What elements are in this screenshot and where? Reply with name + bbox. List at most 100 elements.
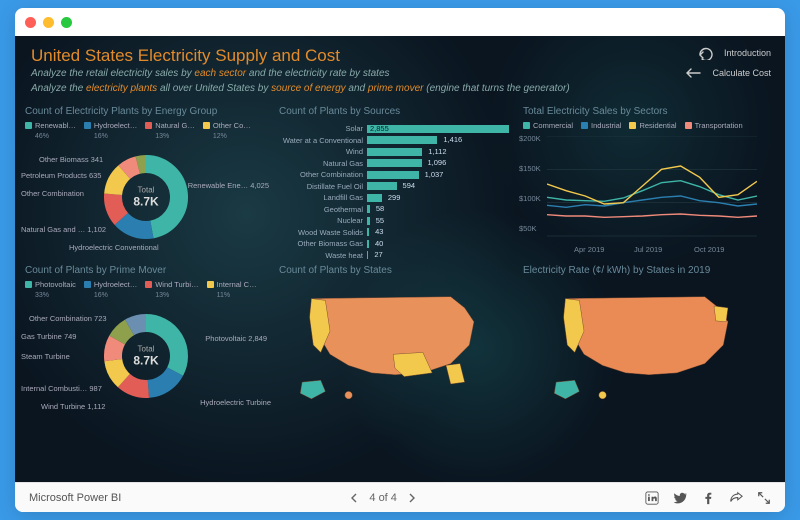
chart-plants-by-source[interactable]: Count of Plants by Sources Solar2,855Wat… [275, 104, 515, 259]
dashboard-grid: Count of Electricity Plants by Energy Gr… [15, 102, 785, 424]
nav-calculate-cost[interactable]: Calculate Cost [684, 66, 771, 80]
donut-slice[interactable] [121, 219, 152, 230]
legend-item[interactable]: Residential [629, 121, 676, 130]
line-series[interactable] [547, 214, 757, 217]
page-indicator: 4 of 4 [369, 492, 397, 504]
legend-swatch [145, 122, 152, 129]
bar-fill [367, 217, 370, 225]
bar-track: 58 [367, 205, 509, 213]
bar-track: 1,096 [367, 159, 509, 167]
share-icons [645, 491, 771, 505]
bar-value: 58 [373, 204, 384, 213]
legend-item[interactable]: Renewabl…46% [25, 121, 76, 140]
bar-row[interactable]: Solar2,855 [281, 123, 509, 135]
donut-slice[interactable] [124, 381, 148, 389]
chart-title: Electricity Rate (¢/ kWh) by States in 2… [519, 263, 779, 280]
slice-label: Other Combination 723 [29, 315, 107, 323]
bar-row[interactable]: Distillate Fuel Oil594 [281, 181, 509, 193]
fullscreen-icon[interactable] [757, 491, 771, 505]
legend-label: Industrial [591, 121, 621, 130]
donut-slice[interactable] [117, 327, 129, 340]
y-tick: $100K [519, 194, 541, 203]
legend-item[interactable]: Natural G…13% [145, 121, 195, 140]
bar-row[interactable]: Landfill Gas299 [281, 192, 509, 204]
legend-item[interactable]: Industrial [581, 121, 621, 130]
legend-item[interactable]: Hydroelect…16% [84, 280, 137, 299]
bar-row[interactable]: Waste heat27 [281, 250, 509, 262]
share-icon[interactable] [729, 491, 743, 505]
legend-swatch [84, 281, 91, 288]
pager: 4 of 4 [121, 492, 645, 504]
total-value: 8.7K [133, 354, 158, 368]
brand-label: Microsoft Power BI [29, 492, 121, 504]
chart-sales-by-sector[interactable]: Total Electricity Sales by Sectors Comme… [519, 104, 779, 259]
chevron-right-icon[interactable] [407, 493, 417, 503]
legend-item[interactable]: Hydroelect…16% [84, 121, 137, 140]
bar-value: 1,112 [425, 147, 446, 156]
x-tick: Jul 2019 [634, 245, 662, 254]
map-plants-by-state[interactable]: Count of Plants by States [275, 263, 515, 418]
nav-introduction[interactable]: Introduction [684, 46, 771, 60]
legend-swatch [25, 281, 32, 288]
x-tick: Oct 2019 [694, 245, 724, 254]
facebook-icon[interactable] [701, 491, 715, 505]
legend-item[interactable]: Transportation [685, 121, 743, 130]
linkedin-icon[interactable] [645, 491, 659, 505]
legend-item[interactable]: Other Co…12% [203, 121, 251, 140]
bar-track: 43 [367, 228, 509, 236]
donut-slice[interactable] [130, 323, 146, 327]
bar-row[interactable]: Geothermal58 [281, 204, 509, 216]
chevron-left-icon[interactable] [349, 493, 359, 503]
donut-slice[interactable] [138, 164, 146, 165]
bar-row[interactable]: Nuclear55 [281, 215, 509, 227]
legend-swatch [25, 122, 32, 129]
legend-item[interactable]: Wind Turbi…13% [145, 280, 198, 299]
minimize-icon[interactable] [43, 17, 54, 28]
donut-slice[interactable] [148, 372, 175, 389]
donut-center: Total 8.7K [133, 186, 158, 209]
legend-pct: 13% [155, 292, 169, 299]
maximize-icon[interactable] [61, 17, 72, 28]
slice-label: Renewable Ene… 4,025 [188, 182, 269, 190]
window-titlebar [15, 8, 785, 36]
legend-swatch [523, 122, 530, 129]
legend-swatch [685, 122, 692, 129]
chart-prime-mover[interactable]: Count of Plants by Prime Mover Photovolt… [21, 263, 271, 418]
donut-slice[interactable] [113, 360, 124, 380]
chart-title: Count of Plants by States [275, 263, 515, 280]
close-icon[interactable] [25, 17, 36, 28]
sub-highlight: prime mover [368, 83, 424, 94]
bar-value: 299 [385, 193, 401, 202]
bar-label: Distillate Fuel Oil [281, 182, 363, 191]
map-rate-by-state[interactable]: Electricity Rate (¢/ kWh) by States in 2… [519, 263, 779, 418]
chart-energy-group[interactable]: Count of Electricity Plants by Energy Gr… [21, 104, 271, 259]
line-chart: $200K $150K $100K $50K Apr 2019 Jul 2019… [519, 132, 779, 252]
sub-text: all over United States by [157, 83, 271, 94]
legend-swatch [145, 281, 152, 288]
legend-item[interactable]: Commercial [523, 121, 573, 130]
line-series[interactable] [547, 196, 757, 207]
slice-label: Other Biomass 341 [39, 156, 103, 164]
donut-slice[interactable] [113, 172, 124, 194]
donut-slice[interactable] [113, 340, 117, 360]
total-label: Total [133, 345, 158, 354]
slice-label: Photovoltaic 2,849 [205, 335, 267, 343]
us-map [275, 280, 515, 410]
bar-row[interactable]: Other Biomass Gas40 [281, 238, 509, 250]
donut-slice[interactable] [124, 165, 138, 172]
legend-item[interactable]: Internal C…11% [207, 280, 257, 299]
bar-track: 40 [367, 240, 509, 248]
bar-row[interactable]: Wood Waste Solids43 [281, 227, 509, 239]
bar-row[interactable]: Wind 1,112 [281, 146, 509, 158]
bar-row[interactable]: Other Combination1,037 [281, 169, 509, 181]
twitter-icon[interactable] [673, 491, 687, 505]
bar-row[interactable]: Water at a Conventional1,416 [281, 135, 509, 147]
us-map [519, 280, 779, 410]
sub-text: (engine that turns the generator) [423, 83, 569, 94]
bar-value: 1,037 [422, 170, 444, 179]
bar-row[interactable]: Natural Gas1,096 [281, 158, 509, 170]
legend-item[interactable]: Photovoltaic33% [25, 280, 76, 299]
donut-slice[interactable] [113, 194, 121, 219]
bar-label: Wind [281, 147, 363, 156]
slice-label: Wind Turbine 1,112 [41, 403, 105, 411]
